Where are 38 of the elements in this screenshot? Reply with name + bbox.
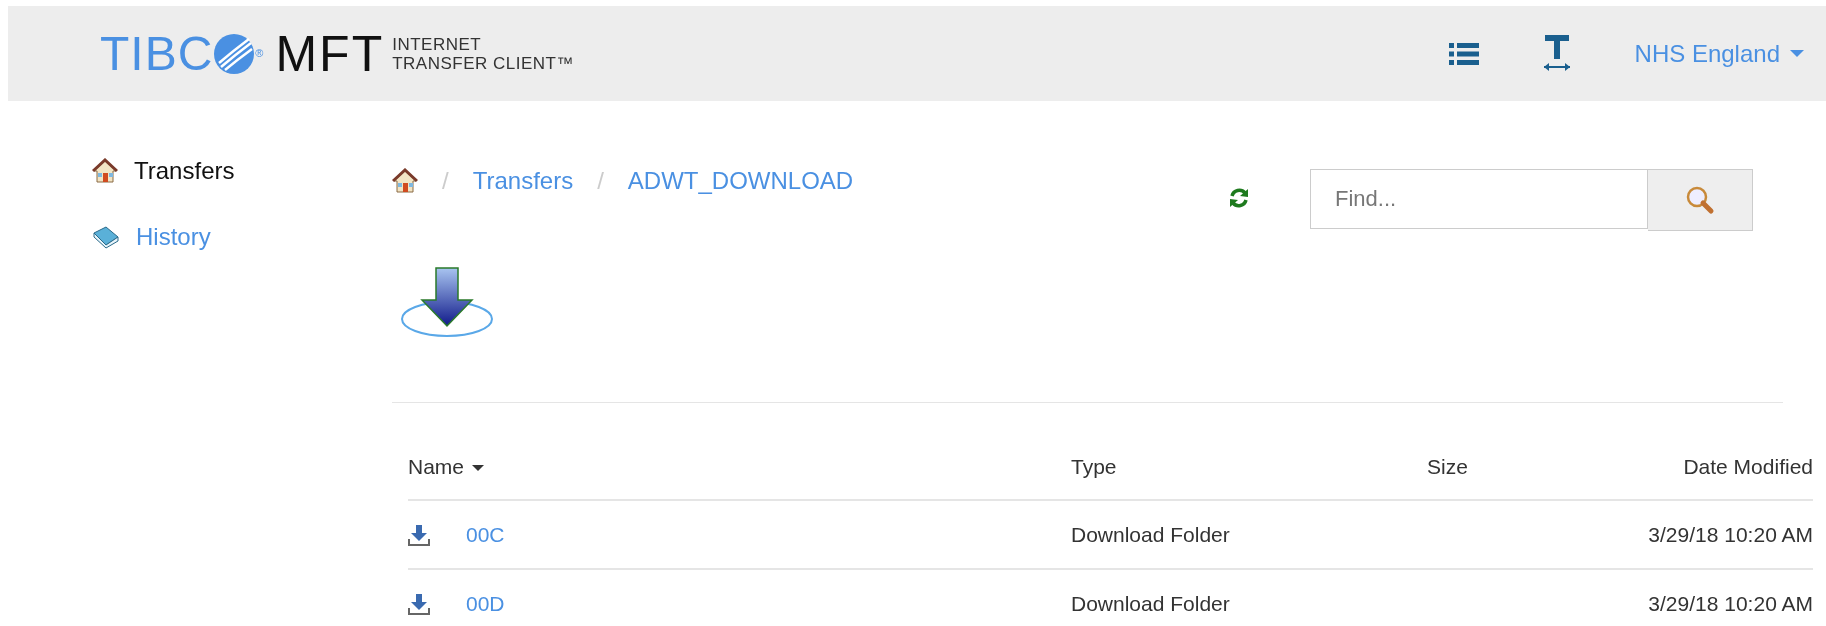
date-cell: 3/29/18 10:20 AM	[1648, 592, 1813, 615]
home-link[interactable]	[392, 168, 418, 194]
column-header[interactable]: Name	[408, 455, 485, 478]
download-icon	[408, 524, 430, 546]
type-cell: Download Folder	[1071, 523, 1230, 546]
download-drawing[interactable]	[400, 266, 496, 338]
product-name: MFT	[275, 28, 385, 79]
user-menu[interactable]: NHS England	[1634, 39, 1804, 68]
search-icon	[1685, 185, 1715, 215]
breadcrumb-separator: /	[597, 167, 604, 195]
sidebar-item[interactable]: Transfers	[92, 157, 392, 185]
house-icon	[392, 168, 418, 194]
breadcrumb-link[interactable]: Transfers	[472, 167, 574, 195]
column-header[interactable]: Date Modified	[1683, 455, 1813, 478]
book-icon	[92, 225, 120, 249]
download-icon	[408, 593, 430, 615]
registered-mark: ®	[255, 46, 264, 59]
type-cell: Download Folder	[1071, 592, 1230, 615]
date-cell: 3/29/18 10:20 AM	[1648, 523, 1813, 546]
search-field[interactable]: Find...	[1310, 169, 1648, 229]
caret-icon	[1790, 50, 1804, 57]
tagline: TRANSFER CLIENT™	[392, 53, 574, 73]
globe-logo-icon	[213, 32, 256, 75]
list-icon[interactable]	[1448, 41, 1479, 66]
sidebar-item[interactable]: History	[92, 223, 392, 251]
brand-logo-text: TIBC	[100, 29, 214, 78]
breadcrumb-separator: /	[442, 167, 449, 195]
house-icon	[92, 158, 118, 184]
sidebar-label: History	[136, 223, 211, 251]
column-header[interactable]: Type	[1071, 455, 1117, 478]
search-button[interactable]	[1648, 169, 1753, 231]
folder-link[interactable]: 00C	[466, 523, 505, 547]
breadcrumb-link[interactable]: ADWT_DOWNLOAD	[627, 167, 854, 195]
tagline: INTERNET	[392, 34, 483, 54]
folder-link[interactable]: 00D	[466, 592, 505, 616]
sidebar-label: Transfers	[134, 157, 235, 185]
column-header[interactable]: Size	[1427, 455, 1468, 478]
refresh-icon[interactable]	[1228, 187, 1250, 209]
